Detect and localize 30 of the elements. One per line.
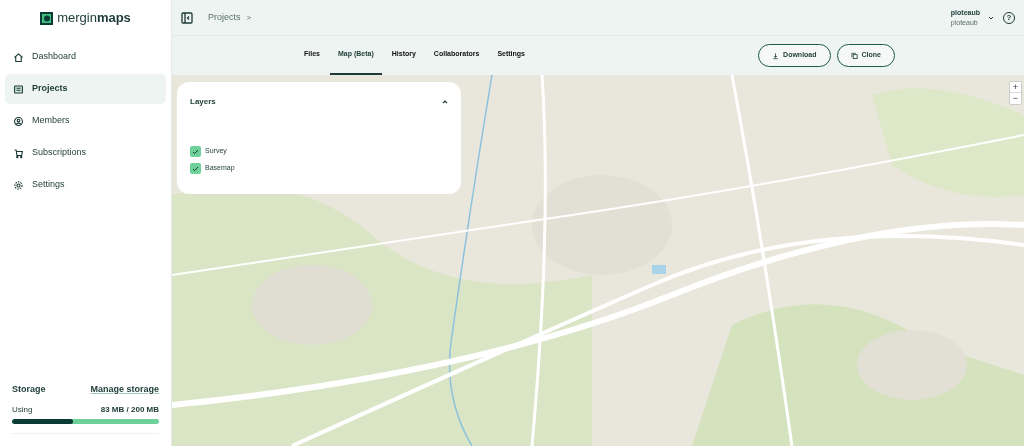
- breadcrumb-link[interactable]: Projects: [208, 10, 241, 25]
- storage-reading: 83 MB / 200 MB: [100, 404, 159, 416]
- chevron-up-icon[interactable]: [442, 100, 448, 104]
- sidebar-toggle-icon[interactable]: [181, 11, 193, 24]
- storage-title: Storage: [12, 382, 46, 396]
- cart-icon: [13, 147, 24, 159]
- sidebar-item[interactable]: Dashboard: [5, 42, 166, 72]
- check-icon: [192, 148, 199, 155]
- copy-icon: [850, 51, 858, 60]
- download-icon: [772, 51, 780, 60]
- logo-text: merginmaps: [57, 9, 131, 28]
- layers-title: Layers: [190, 96, 216, 108]
- zoom-in-button[interactable]: +: [1010, 82, 1021, 93]
- user-icon: [13, 115, 24, 127]
- logo-icon: [40, 11, 54, 25]
- sidebar-item[interactable]: Settings: [5, 170, 166, 200]
- layer-checkbox[interactable]: [190, 163, 201, 174]
- using-label: Using: [12, 404, 33, 416]
- layer-checkbox[interactable]: [190, 146, 201, 157]
- check-icon: [192, 165, 199, 172]
- manage-storage-link[interactable]: Manage storage: [90, 382, 159, 396]
- breadcrumb-separator: >: [246, 11, 252, 24]
- sidebar-item[interactable]: Members: [5, 106, 166, 136]
- home-icon: [13, 51, 24, 63]
- chevron-down-icon[interactable]: [988, 15, 994, 20]
- settings-icon: [13, 179, 24, 191]
- sidebar-item[interactable]: Subscriptions: [5, 138, 166, 168]
- list-icon: [13, 83, 24, 95]
- zoom-out-button[interactable]: −: [1010, 93, 1021, 104]
- sidebar-item[interactable]: Projects: [5, 74, 166, 104]
